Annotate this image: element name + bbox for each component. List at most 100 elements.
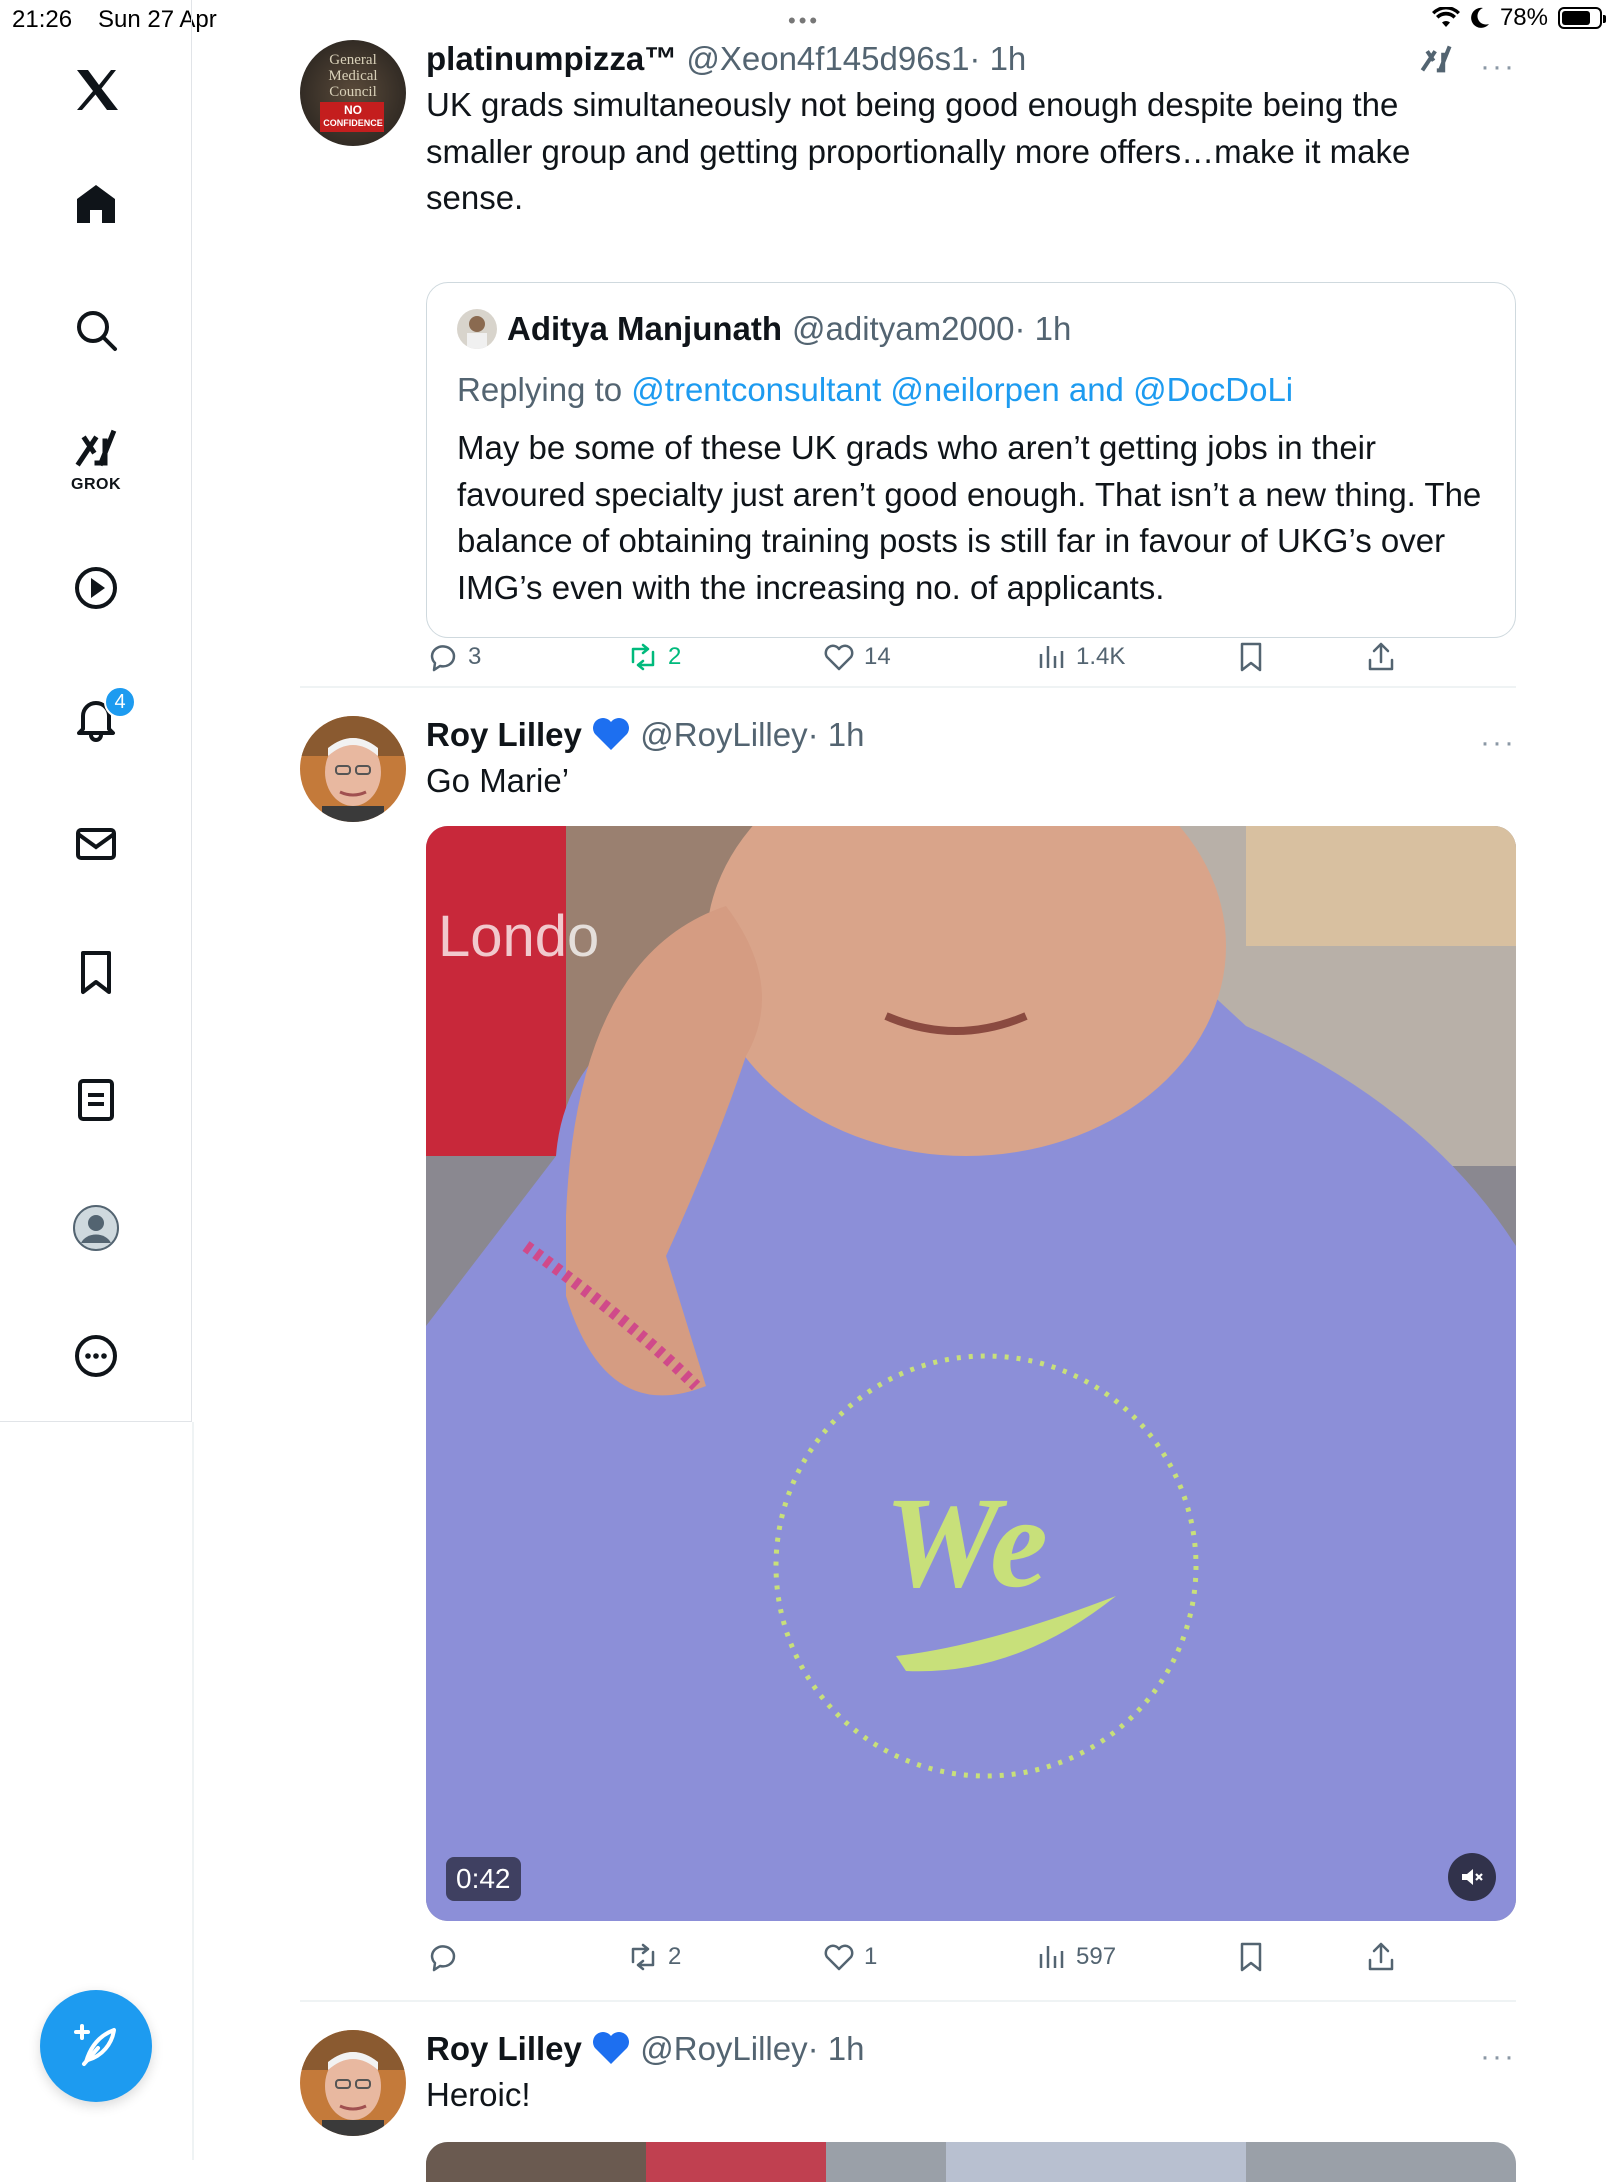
more-options-icon[interactable]: ··· <box>1480 726 1516 760</box>
quote-author-handle: @adityam2000 <box>792 310 1015 347</box>
sidebar-divider <box>192 1422 194 2160</box>
profile-avatar-icon <box>73 1205 119 1251</box>
more-circle-icon <box>75 1335 117 1377</box>
sidebar-item-home[interactable] <box>58 166 134 242</box>
replying-to-handles[interactable]: @trentconsultant @neilorpen and @DocDoLi <box>631 371 1293 408</box>
list-icon <box>78 1079 114 1121</box>
views-count: 597 <box>1076 1943 1117 1970</box>
wifi-icon <box>1431 7 1460 27</box>
post-platinumpizza[interactable]: General Medical Council NO CONFIDENCE pl… <box>300 40 1516 680</box>
reply-count: 3 <box>468 643 482 670</box>
repost-button[interactable]: 2 <box>626 1940 681 1974</box>
search-icon <box>77 311 117 351</box>
avatar-text-line: General <box>329 52 376 68</box>
author-name[interactable]: Roy Lilley <box>426 2030 582 2067</box>
bookmark-button[interactable] <box>1234 1940 1268 1974</box>
repost-icon <box>631 643 655 671</box>
sidebar: GROK 4 <box>0 0 192 1422</box>
status-right: 78% <box>1431 4 1606 32</box>
post-actions: 3 2 14 1.4K <box>426 640 1426 684</box>
views-icon <box>1039 1946 1064 1968</box>
video-thumbnail: We Londo <box>426 826 1516 1921</box>
post-header: Roy Lilley @RoyLilley· 1h <box>426 2030 865 2068</box>
video-sign-text: Londo <box>438 904 599 969</box>
video-player[interactable]: We Londo 0:42 <box>426 826 1516 1921</box>
post-header: Roy Lilley @RoyLilley· 1h <box>426 716 865 754</box>
avatar[interactable] <box>300 716 406 822</box>
post-divider <box>300 2000 1516 2002</box>
mail-icon <box>76 828 116 860</box>
avatar-text-line: CONFIDENCE <box>323 118 383 128</box>
battery-icon <box>1558 7 1606 29</box>
sidebar-item-bookmarks[interactable] <box>58 934 134 1010</box>
replying-to: Replying to @trentconsultant @neilorpen … <box>457 371 1293 409</box>
author-handle[interactable]: @Xeon4f145d96s1 <box>686 40 969 77</box>
video-duration: 0:42 <box>446 1857 521 1901</box>
reply-button[interactable] <box>426 1940 468 1974</box>
post-roy-lilley[interactable]: Roy Lilley @RoyLilley· 1h ··· Go Marie’ … <box>300 716 1516 1986</box>
more-options-icon[interactable]: ··· <box>1480 50 1516 84</box>
compose-feather-icon <box>74 2024 116 2066</box>
avatar[interactable] <box>300 2030 406 2136</box>
author-name[interactable]: Roy Lilley <box>426 716 582 753</box>
sidebar-item-more[interactable] <box>58 1318 134 1394</box>
post-divider <box>300 686 1516 688</box>
grok-label: GROK <box>71 476 121 493</box>
views-button[interactable]: 597 <box>1034 1940 1116 1974</box>
like-button[interactable]: 1 <box>822 1940 877 1974</box>
share-button[interactable] <box>1364 640 1398 674</box>
sidebar-item-profile[interactable] <box>58 1190 134 1266</box>
post-text: Go Marie’ <box>426 762 570 799</box>
quote-time: · 1h <box>1014 310 1072 347</box>
reply-button[interactable]: 3 <box>426 640 481 674</box>
battery-percent: 78% <box>1499 4 1548 31</box>
post-text: UK grads simultaneously not being good e… <box>426 86 1411 216</box>
mute-button[interactable] <box>1448 1853 1496 1901</box>
blue-heart-icon <box>593 2032 630 2064</box>
muted-speaker-icon <box>1462 1869 1483 1885</box>
post-header: platinumpizza™ @Xeon4f145d96s1· 1h <box>426 40 1026 78</box>
avatar[interactable]: General Medical Council NO CONFIDENCE <box>300 40 406 146</box>
grok-icon[interactable] <box>1416 40 1456 80</box>
video-player[interactable] <box>426 2142 1516 2182</box>
author-handle[interactable]: @RoyLilley <box>640 716 807 753</box>
reply-icon <box>430 1945 456 1972</box>
quote-text: May be some of these UK grads who aren’t… <box>457 429 1482 606</box>
more-options-icon[interactable]: ··· <box>1480 2040 1516 2074</box>
repost-count: 2 <box>668 643 682 670</box>
x-logo-icon <box>77 70 118 110</box>
heart-icon <box>824 1944 854 1971</box>
video-thumbnail <box>426 2142 1516 2182</box>
repost-count: 2 <box>668 1943 682 1970</box>
post-time[interactable]: · 1h <box>808 716 865 753</box>
multitasking-dots[interactable]: ••• <box>788 8 820 34</box>
replying-to-prefix: Replying to <box>457 371 623 408</box>
svg-text:We: We <box>884 1471 1048 1615</box>
sidebar-item-lists[interactable] <box>58 1062 134 1138</box>
sidebar-item-explore[interactable] <box>58 292 134 368</box>
post-time[interactable]: · 1h <box>969 40 1026 77</box>
x-logo-link[interactable] <box>58 52 134 128</box>
bookmark-icon <box>1240 1942 1262 1972</box>
like-button[interactable]: 14 <box>822 640 891 674</box>
post-roy-lilley[interactable]: Roy Lilley @RoyLilley· 1h ··· Heroic! <box>300 2030 1516 2160</box>
notification-badge: 4 <box>104 686 136 718</box>
share-button[interactable] <box>1364 1940 1398 1974</box>
grok-icon <box>75 429 117 467</box>
author-name[interactable]: platinumpizza™ <box>426 40 677 77</box>
like-count: 1 <box>864 1943 878 1970</box>
quote-header: Aditya Manjunath @adityam2000· 1h <box>457 309 1071 349</box>
repost-button[interactable]: 2 <box>626 640 681 674</box>
quote-author-name: Aditya Manjunath <box>507 310 783 347</box>
author-handle[interactable]: @RoyLilley <box>640 2030 807 2067</box>
quoted-post[interactable]: Aditya Manjunath @adityam2000· 1h Replyi… <box>426 282 1516 638</box>
post-actions: 2 1 597 <box>426 1940 1426 1984</box>
views-button[interactable]: 1.4K <box>1034 640 1125 674</box>
compose-post-button[interactable] <box>40 1990 152 2102</box>
sidebar-item-video[interactable] <box>58 550 134 626</box>
bookmark-button[interactable] <box>1234 640 1268 674</box>
sidebar-item-messages[interactable] <box>58 806 134 882</box>
share-icon <box>1368 1942 1394 1971</box>
post-text: Heroic! <box>426 2076 531 2113</box>
post-time[interactable]: · 1h <box>808 2030 865 2067</box>
